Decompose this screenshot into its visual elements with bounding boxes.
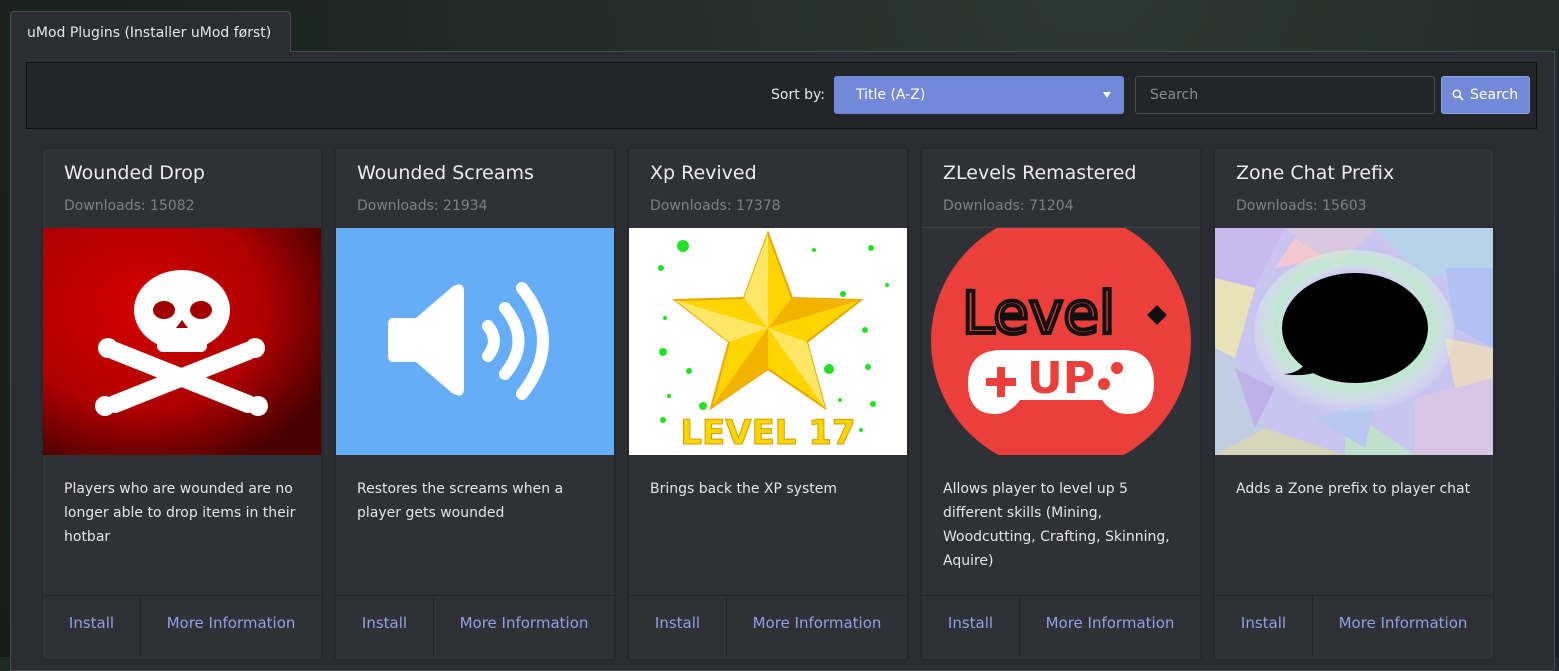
card-actions: Install More Information <box>629 595 907 660</box>
caret-down-icon <box>1103 92 1111 98</box>
install-button[interactable]: Install <box>336 596 434 656</box>
plugin-title: Xp Revived <box>650 162 757 184</box>
more-information-link[interactable]: More Information <box>727 596 907 656</box>
more-information-link[interactable]: More Information <box>1313 596 1493 656</box>
plugin-downloads: Downloads: 15082 <box>64 198 195 214</box>
install-button[interactable]: Install <box>629 596 727 656</box>
plugin-image <box>336 228 614 455</box>
plugin-description: Brings back the XP system <box>650 477 894 501</box>
plugin-description: Players who are wounded are no longer ab… <box>64 477 308 549</box>
card-actions: Install More Information <box>43 595 321 660</box>
level-image-text: Level <box>962 279 1115 347</box>
speech-bubble-icon <box>1215 228 1493 455</box>
plugin-downloads: Downloads: 21934 <box>357 198 488 214</box>
install-button[interactable]: Install <box>922 596 1020 656</box>
plugin-description: Restores the screams when a player gets … <box>357 477 601 525</box>
level-up-gamepad-icon: Level UP <box>922 228 1200 455</box>
plugin-image <box>1215 228 1493 455</box>
plugin-title: Wounded Screams <box>357 162 534 184</box>
install-button[interactable]: Install <box>1215 596 1313 656</box>
tab-umod-plugins[interactable]: uMod Plugins (Installer uMod først) <box>10 11 291 52</box>
plugin-title: ZLevels Remastered <box>943 162 1136 184</box>
plugin-card-xp-revived: Xp Revived Downloads: 17378 LEVEL 17 Bri… <box>629 149 907 659</box>
toolbar: Sort by: Title (A-Z) Search <box>26 62 1537 129</box>
search-button-label: Search <box>1470 77 1518 113</box>
more-information-link[interactable]: More Information <box>434 596 614 656</box>
plugin-card-wounded-screams: Wounded Screams Downloads: 21934 Restore… <box>336 149 614 659</box>
plugin-downloads: Downloads: 17378 <box>650 198 781 214</box>
more-information-link[interactable]: More Information <box>1020 596 1200 656</box>
plugin-description: Allows player to level up 5 different sk… <box>943 477 1187 573</box>
level-image-text: LEVEL 17 <box>680 413 855 453</box>
plugin-title: Zone Chat Prefix <box>1236 162 1394 184</box>
up-image-text: UP <box>1027 353 1095 404</box>
card-actions: Install More Information <box>922 595 1200 660</box>
plugin-downloads: Downloads: 15603 <box>1236 198 1367 214</box>
plugin-downloads: Downloads: 71204 <box>943 198 1074 214</box>
gold-star-icon: LEVEL 17 <box>629 228 907 455</box>
plugin-image <box>43 228 321 455</box>
more-information-link[interactable]: More Information <box>141 596 321 656</box>
speaker-volume-icon <box>336 228 614 455</box>
sort-dropdown[interactable]: Title (A-Z) <box>834 76 1124 114</box>
plugin-image: Level UP <box>922 228 1200 455</box>
plugin-card-zone-chat-prefix: Zone Chat Prefix Downloads: 15603 <box>1215 149 1493 659</box>
plugin-card-wounded-drop: Wounded Drop Downloads: 15082 <box>43 149 321 659</box>
search-input[interactable] <box>1135 76 1435 114</box>
search-button[interactable]: Search <box>1441 76 1530 114</box>
plugin-description: Adds a Zone prefix to player chat <box>1236 477 1480 501</box>
plugin-title: Wounded Drop <box>64 162 205 184</box>
install-button[interactable]: Install <box>43 596 141 656</box>
search-icon <box>1452 89 1464 101</box>
card-actions: Install More Information <box>336 595 614 660</box>
sort-label: Sort by: <box>771 87 825 103</box>
card-actions: Install More Information <box>1215 595 1493 660</box>
skull-crossbones-icon <box>43 228 321 455</box>
plugin-card-zlevels-remastered: ZLevels Remastered Downloads: 71204 Leve… <box>922 149 1200 659</box>
plugin-image: LEVEL 17 <box>629 228 907 455</box>
sort-selected-value: Title (A-Z) <box>856 87 925 103</box>
